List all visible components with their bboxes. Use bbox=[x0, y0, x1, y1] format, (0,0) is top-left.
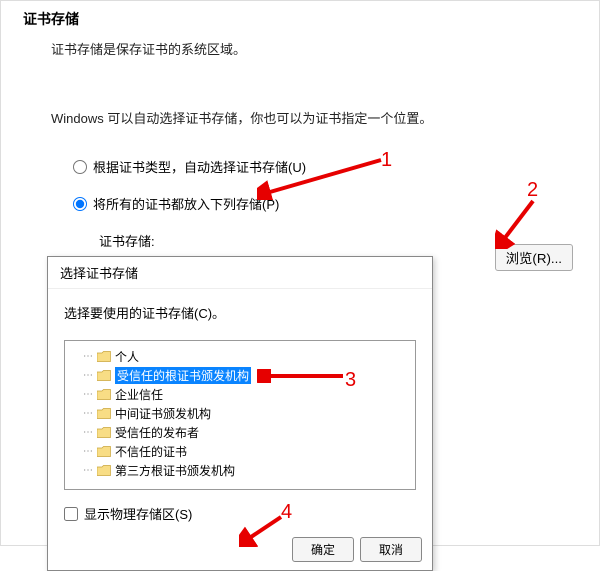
radio-auto-label: 根据证书类型，自动选择证书存储(U) bbox=[93, 157, 306, 176]
expand-icon[interactable]: ⋯ bbox=[83, 446, 93, 457]
expand-icon[interactable]: ⋯ bbox=[83, 427, 93, 438]
tree-item[interactable]: ⋯ 受信任的根证书颁发机构 bbox=[69, 366, 411, 385]
cancel-button[interactable]: 取消 bbox=[360, 537, 422, 562]
tree-item[interactable]: ⋯ 不信任的证书 bbox=[69, 442, 411, 461]
annotation-2: 2 bbox=[527, 179, 538, 202]
annotation-4: 4 bbox=[281, 501, 292, 524]
ok-button[interactable]: 确定 bbox=[292, 537, 354, 562]
tree-item[interactable]: ⋯ 受信任的发布者 bbox=[69, 423, 411, 442]
expand-icon[interactable]: ⋯ bbox=[83, 408, 93, 419]
folder-icon bbox=[97, 408, 111, 419]
dialog-title: 选择证书存储 bbox=[48, 257, 432, 289]
tree-item[interactable]: ⋯ 第三方根证书颁发机构 bbox=[69, 461, 411, 480]
store-tree[interactable]: ⋯ 个人 ⋯ 受信任的根证书颁发机构 ⋯ 企业信任 ⋯ 中间证书颁发机构 ⋯ 受信任的发布者 ⋯ 不信… bbox=[64, 340, 416, 490]
expand-icon[interactable]: ⋯ bbox=[83, 389, 93, 400]
tree-item-label: 个人 bbox=[115, 348, 139, 365]
folder-icon bbox=[97, 370, 111, 381]
section-desc: 证书存储是保存证书的系统区域。 bbox=[1, 39, 599, 58]
show-physical-label: 显示物理存储区(S) bbox=[84, 504, 192, 523]
tree-item[interactable]: ⋯ 企业信任 bbox=[69, 385, 411, 404]
expand-icon[interactable]: ⋯ bbox=[83, 465, 93, 476]
tree-item-label: 中间证书颁发机构 bbox=[115, 405, 211, 422]
radio-manual-store[interactable]: 将所有的证书都放入下列存储(P) bbox=[73, 194, 599, 213]
tree-item[interactable]: ⋯ 个人 bbox=[69, 347, 411, 366]
select-store-dialog: 选择证书存储 选择要使用的证书存储(C)。 ⋯ 个人 ⋯ 受信任的根证书颁发机构 ⋯ 企业… bbox=[47, 256, 433, 571]
show-physical-input[interactable] bbox=[64, 507, 78, 521]
radio-auto-input[interactable] bbox=[73, 160, 87, 174]
folder-icon bbox=[97, 389, 111, 400]
expand-icon[interactable]: ⋯ bbox=[83, 351, 93, 362]
tree-item-label: 受信任的发布者 bbox=[115, 424, 199, 441]
show-physical-checkbox[interactable]: 显示物理存储区(S) bbox=[64, 504, 416, 523]
explanation-text: Windows 可以自动选择证书存储，你也可以为证书指定一个位置。 bbox=[1, 108, 599, 127]
radio-manual-input[interactable] bbox=[73, 197, 87, 211]
radio-manual-label: 将所有的证书都放入下列存储(P) bbox=[93, 194, 279, 213]
radio-auto-store[interactable]: 根据证书类型，自动选择证书存储(U) bbox=[73, 157, 599, 176]
annotation-1: 1 bbox=[381, 149, 392, 172]
tree-item-label: 受信任的根证书颁发机构 bbox=[115, 367, 251, 384]
folder-icon bbox=[97, 465, 111, 476]
cert-import-wizard: 证书存储 证书存储是保存证书的系统区域。 Windows 可以自动选择证书存储，… bbox=[0, 0, 600, 546]
tree-item-label: 不信任的证书 bbox=[115, 443, 187, 460]
folder-icon bbox=[97, 351, 111, 362]
folder-icon bbox=[97, 427, 111, 438]
tree-item[interactable]: ⋯ 中间证书颁发机构 bbox=[69, 404, 411, 423]
tree-item-label: 企业信任 bbox=[115, 386, 163, 403]
dialog-prompt: 选择要使用的证书存储(C)。 bbox=[64, 303, 416, 322]
expand-icon[interactable]: ⋯ bbox=[83, 370, 93, 381]
store-radio-group: 根据证书类型，自动选择证书存储(U) 将所有的证书都放入下列存储(P) bbox=[1, 157, 599, 213]
section-title: 证书存储 bbox=[1, 9, 599, 29]
folder-icon bbox=[97, 446, 111, 457]
tree-item-label: 第三方根证书颁发机构 bbox=[115, 462, 235, 479]
browse-button[interactable]: 浏览(R)... bbox=[495, 244, 573, 271]
annotation-3: 3 bbox=[345, 369, 356, 392]
